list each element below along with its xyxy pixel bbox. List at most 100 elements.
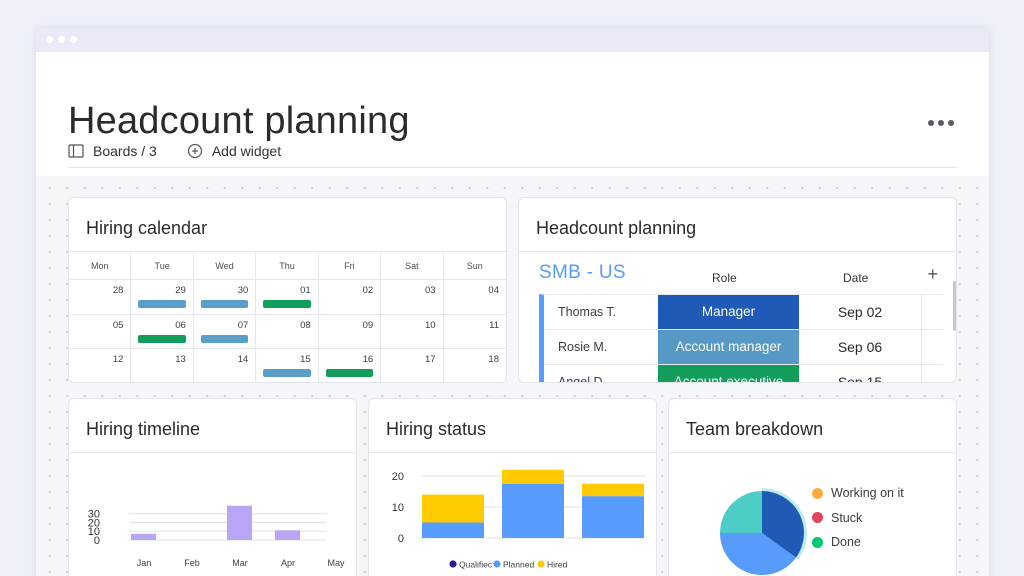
role-cell[interactable]: Account executive — [658, 365, 799, 382]
calendar-day-number: 30 — [237, 285, 249, 296]
calendar-day-cell[interactable]: 01 — [256, 280, 319, 315]
calendar-event[interactable] — [200, 300, 249, 308]
table-row[interactable]: Thomas T. Manager Sep 02 — [544, 295, 943, 330]
weekday-header: Sat — [381, 252, 444, 280]
weekday-header: Sun — [443, 252, 506, 280]
bar-segment-planned — [582, 496, 644, 538]
calendar-day-cell[interactable]: 03 — [381, 280, 444, 315]
calendar-day-cell[interactable]: 17 — [381, 349, 444, 382]
y-tick-label: 10 — [392, 502, 404, 514]
x-tick-label: May — [327, 558, 345, 568]
calendar-day-number: 17 — [424, 354, 436, 365]
add-column-icon[interactable]: + — [927, 264, 938, 285]
calendar-day-cell[interactable]: 10 — [381, 314, 444, 349]
calendar-day-cell[interactable]: 12 — [69, 349, 132, 382]
scrollbar[interactable] — [953, 281, 956, 331]
calendar-day-cell[interactable]: 08 — [256, 314, 319, 349]
more-horizontal-icon — [948, 120, 954, 126]
calendar-day-number: 07 — [237, 319, 249, 331]
calendar-day-cell[interactable]: 13 — [131, 349, 194, 382]
calendar-day-cell[interactable]: 09 — [318, 314, 382, 349]
hiring-calendar-widget[interactable]: Hiring calendar Mon Tue Wed Thu Fri Sat Sun 28 2… — [68, 197, 507, 383]
table-row[interactable]: Angel D. Account executive Sep 15 — [544, 365, 943, 382]
more-options-button[interactable] — [928, 120, 954, 126]
empty-cell[interactable] — [922, 295, 943, 329]
legend-dot — [449, 560, 457, 568]
bar-segment-planned — [502, 483, 564, 538]
page-title: Headcount planning — [68, 100, 410, 142]
add-widget-button[interactable]: Add widget — [187, 143, 281, 159]
widget-title: Hiring calendar — [69, 198, 506, 252]
legend-label: Hired — [547, 560, 568, 570]
x-tick-label: Jan — [137, 558, 152, 568]
hiring-timeline-widget[interactable]: Hiring timeline 0 10 20 30 Jan Feb Mar Apr May — [68, 398, 357, 576]
column-header-role[interactable]: Role — [712, 271, 737, 285]
name-cell[interactable]: Thomas T. — [544, 295, 658, 329]
boards-label: Boards / 3 — [93, 143, 157, 159]
calendar-day-number: 05 — [112, 319, 124, 331]
x-tick-label: Apr — [281, 558, 295, 568]
calendar-event[interactable] — [263, 369, 311, 377]
boards-button[interactable]: Boards / 3 — [68, 143, 157, 159]
empty-cell[interactable] — [922, 365, 943, 382]
calendar-day-cell[interactable]: 05 — [69, 314, 132, 349]
calendar-day-cell[interactable]: 18 — [444, 349, 506, 382]
dashboard-toolbar: Boards / 3 Add widget — [68, 143, 311, 159]
widget-title: Team breakdown — [669, 399, 956, 453]
calendar-day-number: 02 — [362, 285, 374, 296]
hiring-status-widget[interactable]: Hiring status 0 10 20 Qualifiec Planned Hired — [368, 398, 657, 576]
name-cell[interactable]: Rosie M. — [544, 330, 658, 364]
calendar-day-cell[interactable]: 04 — [443, 280, 506, 315]
calendar-day-cell[interactable]: 11 — [443, 315, 506, 349]
column-header-date[interactable]: Date — [843, 271, 868, 285]
calendar-day-cell[interactable]: 06 — [131, 314, 194, 349]
legend-item: Stuck — [812, 506, 904, 531]
table-row[interactable]: Rosie M. Account manager Sep 06 — [544, 330, 943, 365]
calendar-day-cell[interactable]: 29 — [131, 280, 194, 315]
calendar-event[interactable] — [138, 334, 186, 343]
bar — [131, 533, 156, 540]
bar — [275, 530, 300, 540]
hiring-timeline-chart: 0102030Jan Feb Mar Apr May — [88, 505, 345, 568]
calendar-event[interactable] — [200, 334, 249, 343]
team-breakdown-widget[interactable]: Team breakdown Working on it Stuck Done — [668, 398, 957, 576]
plus-circle-icon — [187, 143, 202, 159]
date-cell[interactable]: Sep 15 — [799, 365, 922, 382]
calendar-day-cell[interactable]: 28 — [69, 280, 132, 315]
add-widget-label: Add widget — [211, 143, 282, 159]
window-titlebar — [36, 28, 989, 52]
legend-dot — [812, 512, 823, 524]
calendar-day-cell[interactable]: 30 — [193, 280, 257, 315]
calendar-day-cell[interactable]: 16 — [319, 349, 382, 382]
calendar-event[interactable] — [138, 300, 186, 308]
calendar-grid: Mon Tue Wed Thu Fri Sat Sun 28 29 30 01 02 03 04 05 06 0… — [69, 252, 506, 382]
weekday-header: Fri — [318, 252, 382, 280]
calendar-day-cell[interactable]: 15 — [256, 349, 319, 382]
calendar-day-number: 04 — [488, 285, 499, 296]
calendar-day-number: 01 — [300, 285, 311, 296]
x-tick-label: Mar — [232, 558, 248, 568]
role-cell[interactable]: Account manager — [658, 330, 799, 364]
calendar-day-cell[interactable]: 02 — [318, 280, 382, 315]
more-horizontal-icon — [928, 120, 934, 126]
pie-slice — [720, 491, 762, 533]
empty-cell[interactable] — [922, 330, 943, 364]
weekday-header: Mon — [69, 252, 132, 280]
date-cell[interactable]: Sep 02 — [799, 295, 922, 329]
legend-dot — [537, 560, 545, 568]
group-title[interactable]: SMB - US — [539, 262, 626, 284]
calendar-day-number: 18 — [488, 354, 499, 365]
bar — [227, 505, 252, 540]
calendar-day-number: 13 — [175, 354, 186, 365]
calendar-day-number: 09 — [362, 319, 374, 331]
calendar-event[interactable] — [263, 300, 311, 308]
name-cell[interactable]: Angel D. — [544, 365, 658, 382]
calendar-day-number: 08 — [300, 319, 311, 331]
role-cell[interactable]: Manager — [658, 295, 799, 329]
calendar-day-cell[interactable]: 07 — [193, 314, 257, 349]
calendar-event[interactable] — [325, 369, 374, 377]
headcount-planning-widget[interactable]: Headcount planning SMB - US Role Date + … — [518, 197, 957, 383]
calendar-day-cell[interactable]: 14 — [194, 349, 257, 382]
date-cell[interactable]: Sep 06 — [799, 330, 922, 364]
calendar-day-number: 16 — [362, 354, 374, 365]
